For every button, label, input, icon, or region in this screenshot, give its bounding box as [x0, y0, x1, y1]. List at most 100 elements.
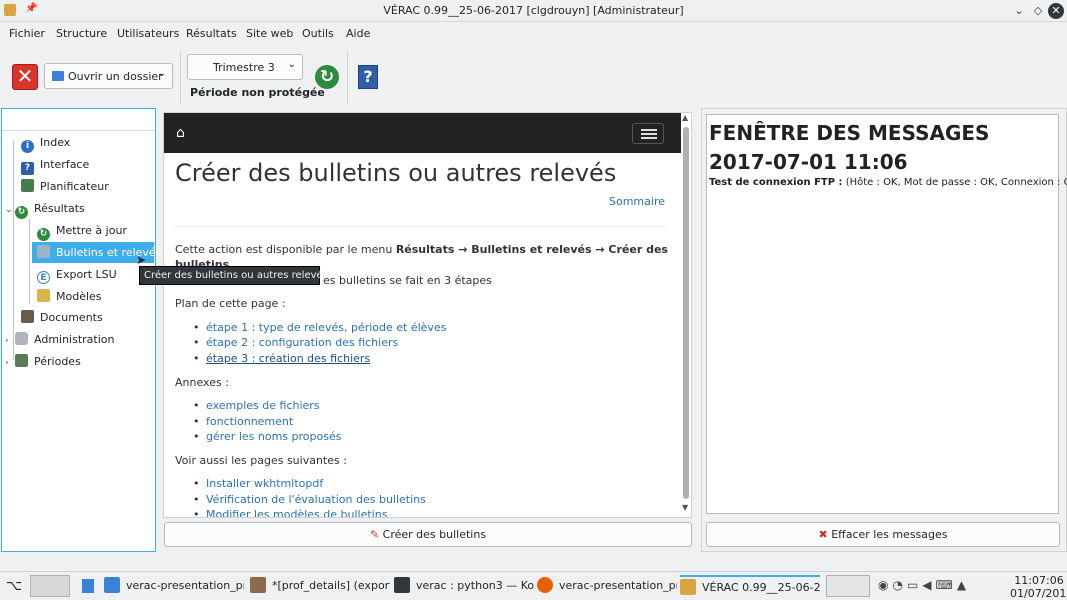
- results-icon: ↻: [15, 206, 28, 219]
- refresh-icon: ↻: [37, 228, 50, 241]
- tree-item-index[interactable]: i Index: [21, 133, 70, 153]
- period-select-value: Trimestre 3: [213, 61, 275, 74]
- scroll-up-icon[interactable]: ▲: [682, 113, 688, 122]
- database-icon: [15, 332, 28, 345]
- message-date: 2017-07-01 11:06: [709, 150, 908, 174]
- folder-icon: [104, 577, 120, 593]
- plan-label: Plan de cette page :: [175, 297, 286, 310]
- tree-item-periodes[interactable]: › Périodes: [5, 352, 81, 372]
- tree-item-modeles[interactable]: Modèles: [37, 287, 102, 307]
- tree-item-mettre-a-jour[interactable]: ↻ Mettre à jour: [37, 221, 127, 241]
- open-folder-label: Ouvrir un dossier: [68, 70, 163, 83]
- verac-icon: [680, 579, 696, 595]
- hamburger-menu-icon[interactable]: [632, 123, 664, 144]
- desktop-pager[interactable]: [826, 575, 870, 597]
- divider: [175, 226, 665, 227]
- annexe-link-3[interactable]: gérer les noms proposés: [193, 430, 341, 443]
- menu-bar: Fichier Structure Utilisateurs Résultats…: [0, 23, 1067, 45]
- quit-button[interactable]: ✕: [12, 64, 38, 90]
- web-navbar: ⌂: [164, 113, 681, 153]
- tree-item-planificateur[interactable]: Planificateur: [21, 177, 109, 197]
- clear-messages-button[interactable]: ✖ Effacer les messages: [706, 522, 1060, 547]
- voir-link-1[interactable]: Installer wkhtmltopdf: [193, 477, 323, 490]
- menu-outils[interactable]: Outils: [302, 27, 334, 40]
- pager-icon[interactable]: [30, 575, 70, 597]
- annexes-label: Annexes :: [175, 376, 229, 389]
- tree-branch-line: [29, 219, 30, 304]
- terminal-icon: [394, 577, 410, 593]
- chevron-down-icon: ⌄: [157, 68, 166, 79]
- clock[interactable]: 11:07:0601/07/2017: [1010, 574, 1067, 600]
- help-web-view: ⌂ ▲ ▼ Créer des bulletins ou autres rele…: [163, 112, 692, 518]
- annexe-link-1[interactable]: exemples de fichiers: [193, 399, 319, 412]
- tree-item-export-lsu[interactable]: E Export LSU: [37, 265, 117, 285]
- scroll-down-icon[interactable]: ▼: [682, 503, 688, 512]
- menu-resultats[interactable]: Résultats: [186, 27, 237, 40]
- tree-item-interface[interactable]: ? Interface: [21, 155, 89, 175]
- templates-icon: [37, 289, 50, 302]
- launcher-icon[interactable]: ⌥: [6, 578, 22, 594]
- refresh-icon[interactable]: ↻: [315, 65, 339, 89]
- help-icon[interactable]: ?: [358, 65, 378, 89]
- web-scrollbar[interactable]: ▲ ▼: [681, 113, 691, 517]
- info-icon: i: [21, 140, 34, 153]
- annexe-link-2[interactable]: fonctionnement: [193, 415, 293, 428]
- plan-link-1[interactable]: étape 1 : type de relevés, période et él…: [193, 321, 446, 334]
- task-item-1[interactable]: verac-presentation_pr...: [104, 575, 244, 597]
- plan-link-3[interactable]: étape 3 : création des fichiers: [193, 352, 370, 365]
- home-icon[interactable]: ⌂: [176, 125, 185, 141]
- mouse-cursor-icon: ➤: [136, 253, 147, 267]
- toolbar-separator: [347, 52, 348, 104]
- firefox-icon: [537, 577, 553, 593]
- menu-structure[interactable]: Structure: [56, 27, 107, 40]
- help-icon: ?: [21, 162, 34, 175]
- planner-icon: [21, 179, 34, 192]
- tree-item-resultats[interactable]: ⌄ ↻ Résultats: [5, 199, 85, 219]
- sommaire-link[interactable]: Sommaire: [609, 195, 665, 208]
- task-item-3[interactable]: verac : python3 — Ko...: [394, 575, 534, 597]
- intro-paragraph: Cette action est disponible par le menu …: [175, 243, 668, 256]
- system-tray[interactable]: ◉◔▭◀⌨▲: [878, 578, 970, 592]
- menu-utilisateurs[interactable]: Utilisateurs: [117, 27, 179, 40]
- documents-icon: [21, 310, 34, 323]
- task-item-5[interactable]: VÉRAC 0.99__25-06-2...: [680, 575, 820, 597]
- menu-aide[interactable]: Aide: [346, 27, 370, 40]
- title-bar: 📌 VÉRAC 0.99__25-06-2017 [clgdrouyn] [Ad…: [0, 0, 1067, 22]
- scrollbar-thumb[interactable]: [683, 127, 689, 499]
- voir-link-2[interactable]: Vérification de l'évaluation des bulleti…: [193, 493, 426, 506]
- bulletin-icon: [37, 245, 50, 258]
- create-icon: ✎: [369, 528, 380, 541]
- voir-label: Voir aussi les pages suivantes :: [175, 454, 347, 467]
- voir-link-3[interactable]: Modifier les modèles de bulletins: [193, 508, 387, 517]
- window-title: VÉRAC 0.99__25-06-2017 [clgdrouyn] [Admi…: [383, 4, 684, 17]
- messages-area: [706, 114, 1059, 514]
- editor-icon: [250, 577, 266, 593]
- plan-link-2[interactable]: étape 2 : configuration des fichiers: [193, 336, 398, 349]
- minimize-icon[interactable]: ⌄: [1011, 3, 1027, 19]
- eraser-icon: ✖: [818, 528, 828, 541]
- open-folder-button[interactable]: Ouvrir un dossier ⌄: [44, 63, 173, 89]
- intro-paragraph-wrap: bulletins: [175, 258, 230, 266]
- maximize-icon[interactable]: ◇: [1030, 3, 1046, 19]
- file-manager-icon[interactable]: [82, 579, 94, 593]
- tree-item-documents[interactable]: Documents: [21, 308, 103, 328]
- folder-icon: [52, 71, 64, 81]
- tree-item-administration[interactable]: › Administration: [5, 330, 115, 350]
- create-bulletins-button[interactable]: ✎ Créer des bulletins: [164, 522, 692, 547]
- export-icon: E: [37, 271, 50, 284]
- chevron-right-icon[interactable]: ›: [5, 353, 15, 373]
- tooltip: Créer des bulletins ou autres relevés: [139, 266, 328, 285]
- chevron-right-icon[interactable]: ›: [5, 331, 15, 351]
- menu-fichier[interactable]: Fichier: [9, 27, 45, 40]
- page-title: Créer des bulletins ou autres relevés: [175, 159, 617, 187]
- period-select[interactable]: Trimestre 3 ⌄: [187, 54, 303, 80]
- messages-title: FENÊTRE DES MESSAGES: [709, 121, 990, 145]
- tree-branch-line: [13, 140, 14, 360]
- menu-site-web[interactable]: Site web: [246, 27, 293, 40]
- close-icon[interactable]: ✕: [1048, 3, 1064, 19]
- calendar-icon: [15, 354, 28, 367]
- task-item-2[interactable]: *[prof_details] (export...: [250, 575, 390, 597]
- chevron-down-icon[interactable]: ⌄: [5, 200, 15, 220]
- task-item-4[interactable]: verac-presentation_pr...: [537, 575, 677, 597]
- toolbar-separator: [180, 52, 181, 104]
